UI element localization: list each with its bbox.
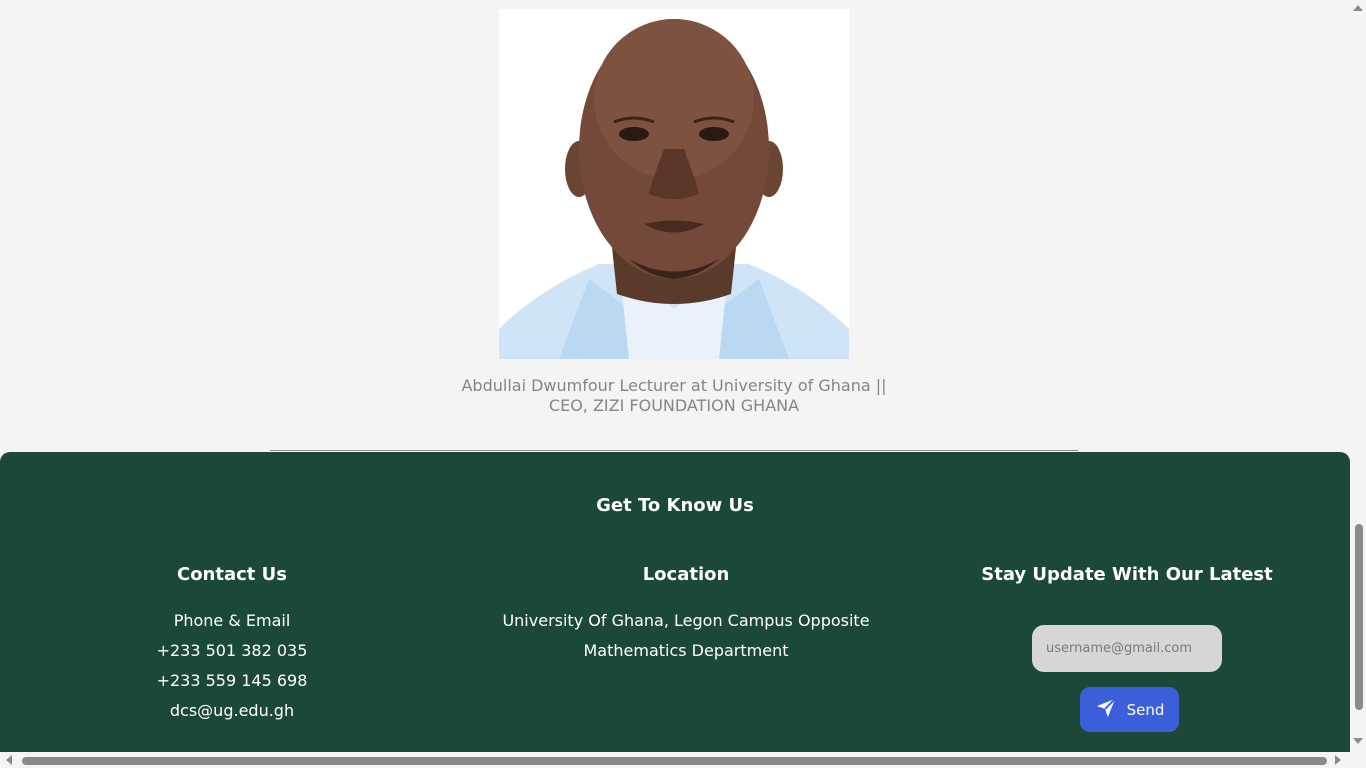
newsletter-email-input[interactable] [1032,625,1222,672]
footer: Get To Know Us Contact Us Phone & Email … [0,452,1350,756]
caption-line: Abdullai Dwumfour Lecturer at University… [461,376,887,395]
paper-plane-icon [1095,697,1117,723]
send-button[interactable]: Send [1080,687,1179,732]
contact-heading: Contact Us [176,564,287,585]
location-column: Location University Of Ghana, Legon Camp… [466,564,906,666]
subscribe-heading: Stay Update With Our Latest [981,564,1273,585]
vertical-scroll-thumb[interactable] [1355,524,1363,710]
scroll-left-arrow-icon[interactable] [6,755,12,765]
email-link[interactable]: dcs@ug.edu.gh [82,696,382,726]
page: Abdullai Dwumfour Lecturer at University… [0,0,1366,768]
horizontal-scrollbar[interactable] [0,752,1366,768]
profile-photo [499,9,849,359]
location-line: Mathematics Department [583,641,789,660]
contact-line: Phone & Email [173,611,291,630]
contact-column: Contact Us Phone & Email +233 501 382 03… [82,564,382,726]
send-button-label: Send [1126,700,1165,719]
horizontal-scroll-thumb[interactable] [22,757,1327,765]
scroll-up-arrow-icon[interactable] [1353,5,1363,11]
footer-title: Get To Know Us [596,495,754,516]
phone-number[interactable]: +233 501 382 035 [82,636,382,666]
location-line: University Of Ghana, Legon Campus Opposi… [502,611,870,630]
caption-line: CEO, ZIZI FOUNDATION GHANA [548,396,800,415]
phone-number[interactable]: +233 559 145 698 [82,666,382,696]
scroll-down-arrow-icon[interactable] [1353,738,1363,744]
vertical-scrollbar[interactable] [1350,0,1366,752]
portrait-image [499,9,849,359]
location-heading: Location [642,564,730,585]
profile-caption: Abdullai Dwumfour Lecturer at University… [420,376,928,416]
section-divider [270,450,1078,451]
scroll-right-arrow-icon[interactable] [1335,755,1341,765]
subscribe-column: Stay Update With Our Latest [977,564,1277,606]
